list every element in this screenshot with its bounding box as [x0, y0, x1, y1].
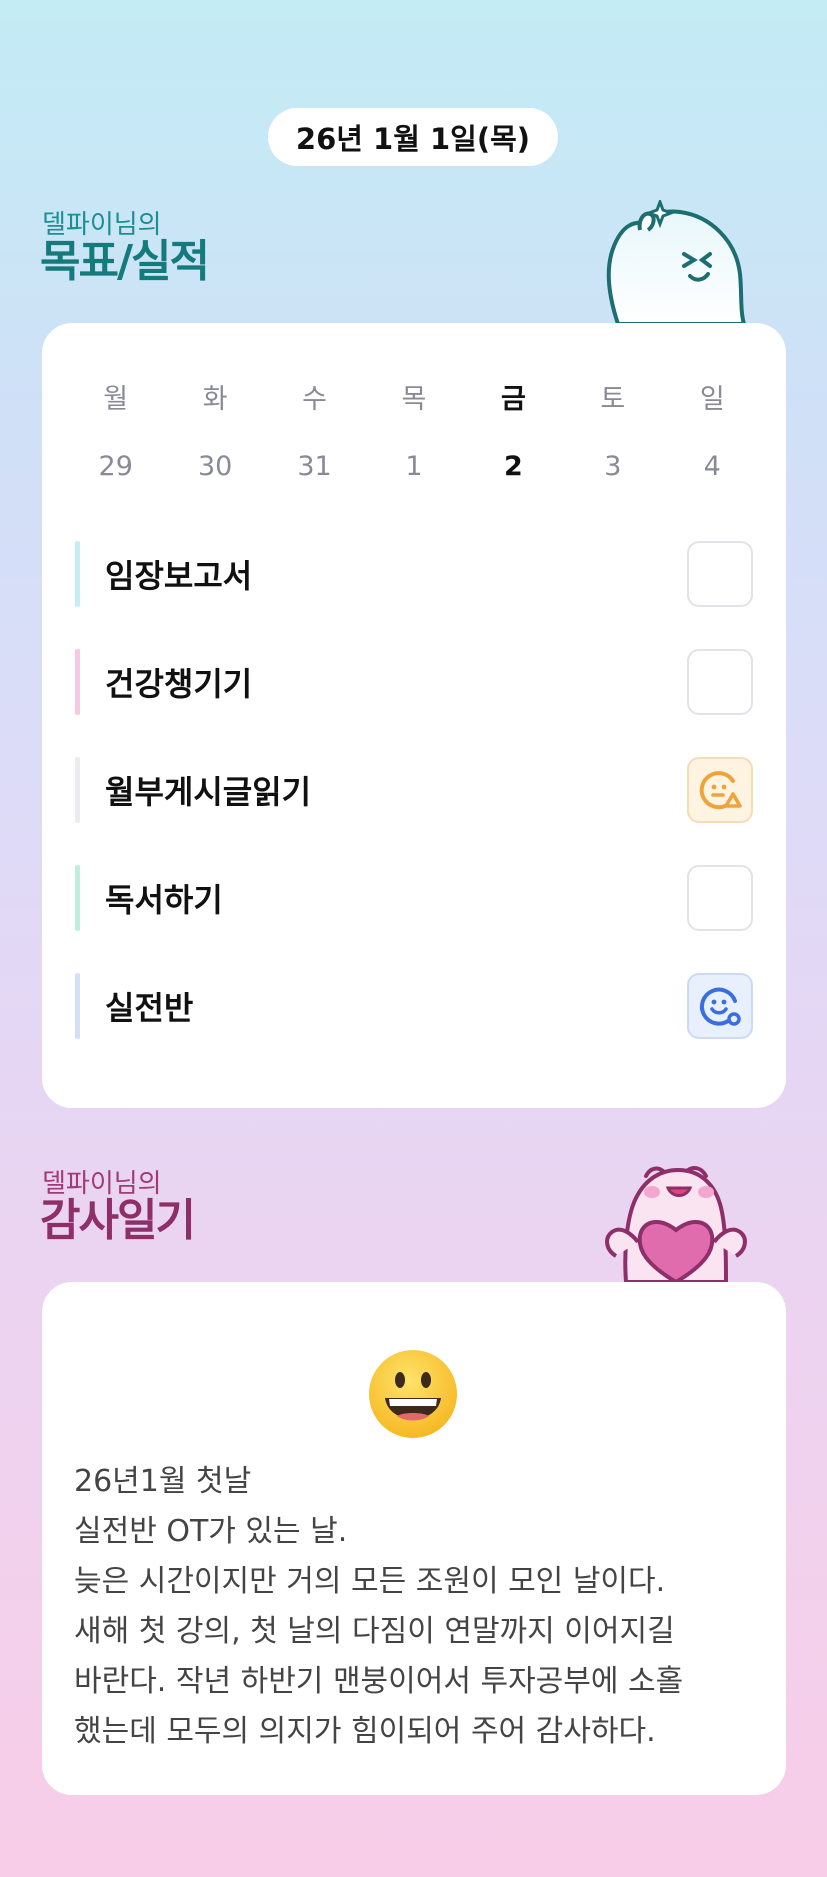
weekday-names-row: 월 화 수 목 금 토 일 — [66, 377, 762, 416]
goal-label: 독서하기 — [105, 881, 223, 919]
goal-item[interactable]: 독서하기 — [75, 865, 753, 931]
date-display[interactable]: 26년 1월 1일(목) — [268, 108, 558, 166]
goals-card: 월 화 수 목 금 토 일 29 30 31 1 2 3 4 임장보고서 건강챙… — [42, 323, 786, 1108]
date-cell[interactable]: 4 — [663, 451, 762, 482]
goal-color-bar — [75, 757, 80, 823]
goal-checkbox[interactable] — [687, 649, 753, 715]
thanks-subtitle: 델파이님의 — [42, 1169, 162, 1199]
partial-face-icon — [699, 771, 742, 810]
thanks-card: 26년1월 첫날 실전반 OT가 있는 날. 늦은 시간이지만 거의 모든 조원… — [42, 1282, 786, 1795]
weekday-tue: 화 — [202, 384, 228, 415]
goal-color-bar — [75, 541, 80, 607]
goal-item[interactable]: 임장보고서 — [75, 541, 753, 607]
date-cell[interactable]: 3 — [563, 451, 662, 482]
week-dates-row: 29 30 31 1 2 3 4 — [66, 451, 762, 482]
date-cell[interactable]: 29 — [66, 451, 165, 482]
grinning-face-emoji-icon — [369, 1350, 457, 1438]
goal-item[interactable]: 월부게시글읽기 — [75, 757, 753, 823]
goal-label: 실전반 — [105, 989, 194, 1027]
goal-checkbox[interactable] — [687, 973, 753, 1039]
date-cell[interactable]: 1 — [364, 451, 463, 482]
date-cell[interactable]: 31 — [265, 451, 364, 482]
done-face-icon — [699, 987, 741, 1026]
date-cell[interactable]: 30 — [165, 451, 264, 482]
date-cell-selected[interactable]: 2 — [464, 451, 563, 482]
heart-mascot-icon — [605, 1166, 747, 1282]
goal-color-bar — [75, 973, 80, 1039]
goal-color-bar — [75, 649, 80, 715]
goal-item[interactable]: 건강챙기기 — [75, 649, 753, 715]
goals-subtitle: 델파이님의 — [42, 210, 162, 240]
goal-label: 임장보고서 — [105, 557, 253, 595]
goal-list: 임장보고서 건강챙기기 월부게시글읽기 독서하기 실전반 — [75, 541, 753, 1081]
ghost-mascot-icon — [606, 200, 747, 324]
goal-color-bar — [75, 865, 80, 931]
thanks-diary-text: 26년1월 첫날 실전반 OT가 있는 날. 늦은 시간이지만 거의 모든 조원… — [74, 1464, 684, 1749]
weekday-wed: 수 — [302, 384, 327, 415]
weekday-thu: 목 — [401, 384, 427, 415]
weekday-sat: 토 — [600, 384, 626, 415]
goal-item[interactable]: 실전반 — [75, 973, 753, 1039]
goal-checkbox[interactable] — [687, 757, 753, 823]
thanks-title: 감사일기 — [40, 1195, 196, 1246]
weekday-fri: 금 — [500, 384, 526, 415]
goal-label: 월부게시글읽기 — [105, 773, 312, 811]
weekday-sun: 일 — [699, 384, 725, 415]
goal-checkbox[interactable] — [687, 865, 753, 931]
weekday-mon: 월 — [103, 384, 129, 415]
goal-label: 건강챙기기 — [105, 665, 253, 703]
goal-checkbox[interactable] — [687, 541, 753, 607]
goals-title: 목표/실적 — [40, 236, 210, 287]
